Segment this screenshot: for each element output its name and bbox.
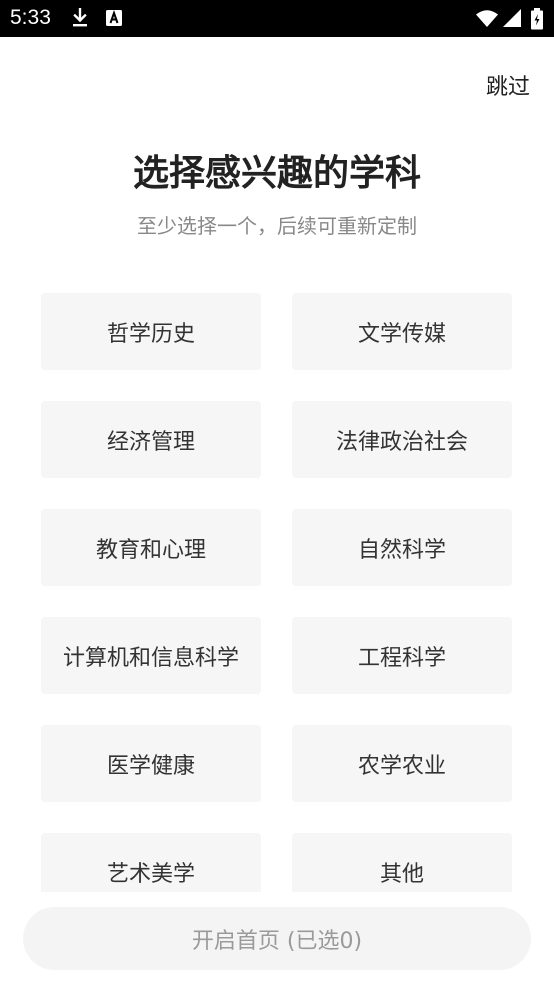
subject-card[interactable]: 法律政治社会 xyxy=(292,401,512,478)
subject-list[interactable]: 哲学历史 文学传媒 经济管理 法律政治社会 教育和心理 自然科学 计算机和信息科… xyxy=(0,293,554,892)
subject-card[interactable]: 自然科学 xyxy=(292,509,512,586)
subject-card[interactable]: 教育和心理 xyxy=(41,509,261,586)
signal-icon xyxy=(503,8,523,28)
subject-card[interactable]: 农学农业 xyxy=(292,725,512,802)
wifi-icon xyxy=(475,8,499,28)
status-time: 5:33 xyxy=(10,6,51,29)
subject-card[interactable]: 工程科学 xyxy=(292,617,512,694)
subject-grid: 哲学历史 文学传媒 经济管理 法律政治社会 教育和心理 自然科学 计算机和信息科… xyxy=(41,293,513,892)
subject-card[interactable]: 其他 xyxy=(292,833,512,892)
skip-button[interactable]: 跳过 xyxy=(486,74,530,102)
subject-card[interactable]: 艺术美学 xyxy=(41,833,261,892)
subject-card[interactable]: 经济管理 xyxy=(41,401,261,478)
battery-icon xyxy=(530,8,544,30)
download-icon xyxy=(70,8,90,28)
status-bar: 5:33 xyxy=(0,0,554,37)
page-subtitle: 至少选择一个，后续可重新定制 xyxy=(137,214,417,238)
subject-card[interactable]: 文学传媒 xyxy=(292,293,512,370)
page-title: 选择感兴趣的学科 xyxy=(132,153,421,194)
subject-card[interactable]: 哲学历史 xyxy=(41,293,261,370)
start-home-button[interactable]: 开启首页 (已选0) xyxy=(23,907,531,970)
subject-card[interactable]: 医学健康 xyxy=(41,725,261,802)
subject-card[interactable]: 计算机和信息科学 xyxy=(41,617,261,694)
a-badge-icon xyxy=(104,8,124,28)
